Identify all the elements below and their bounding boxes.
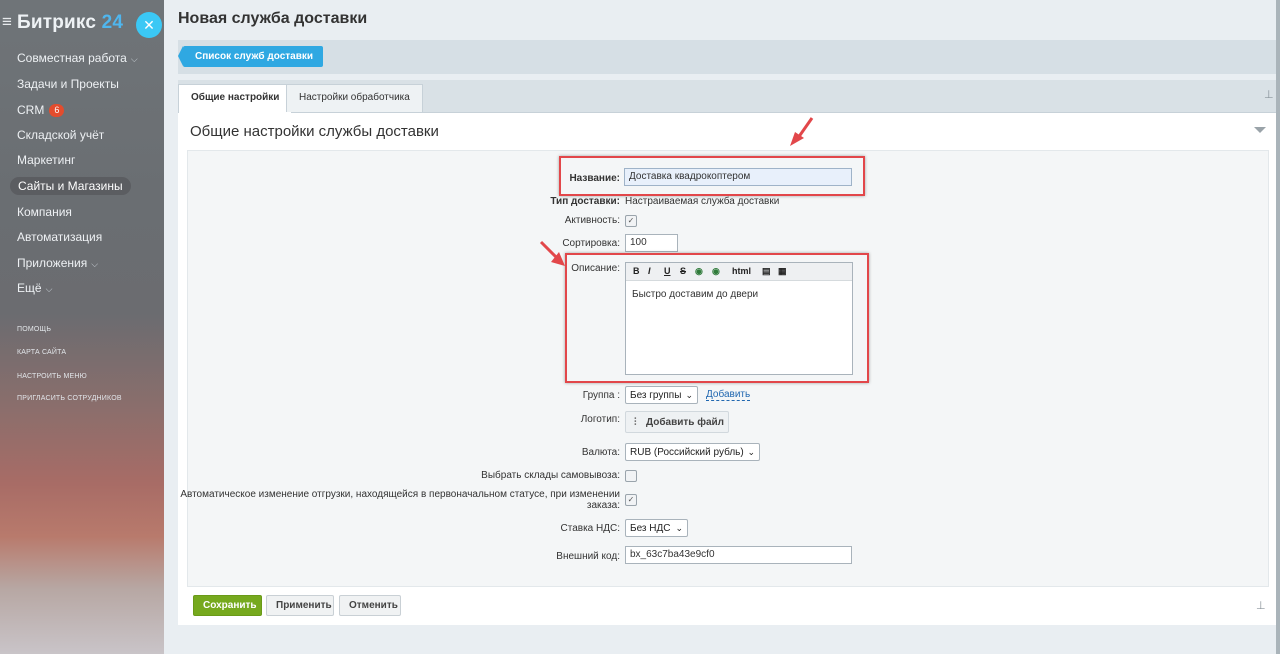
sidebar-link-help[interactable]: ПОМОЩЬ (17, 326, 51, 333)
auto-change-label-2: заказа: (586, 500, 620, 511)
sidebar-item-collaboration[interactable]: Совместная работа ⌵ (17, 51, 138, 65)
sidebar-item-marketing[interactable]: Маркетинг (17, 153, 75, 167)
sidebar: ≡ Битрикс 24 ✕ Совместная работа ⌵ Задачи… (0, 0, 164, 654)
red-arrow-icon (790, 117, 814, 146)
auto-change-checkbox[interactable]: ✓ (625, 494, 637, 506)
sidebar-item-crm[interactable]: CRM 6 (17, 103, 65, 117)
active-label: Активность: (564, 215, 620, 226)
tab-handler-settings[interactable]: Настройки обработчика (286, 84, 423, 112)
vat-select[interactable]: Без НДС ⌄ (625, 519, 688, 537)
vat-label: Ставка НДС: (560, 523, 621, 534)
chevron-down-icon: ⌵ (91, 259, 99, 269)
red-arrow-icon (539, 240, 565, 266)
toolbar (178, 40, 1280, 74)
menu-icon[interactable]: ≡ (2, 13, 12, 30)
pickup-checkbox[interactable] (625, 470, 637, 482)
crm-counter-badge: 6 (49, 104, 65, 117)
chevron-down-icon: ⌄ (675, 523, 683, 533)
sidebar-link-configure-menu[interactable]: НАСТРОИТЬ МЕНЮ (17, 373, 87, 380)
delivery-list-button[interactable]: Список служб доставки (177, 46, 324, 67)
type-label: Тип доставки: (550, 196, 620, 207)
sidebar-link-invite[interactable]: ПРИГЛАСИТЬ СОТРУДНИКОВ (17, 395, 122, 402)
sidebar-item-inventory[interactable]: Складской учёт (17, 128, 104, 142)
add-file-button[interactable]: ⫶ Добавить файл (625, 411, 729, 433)
apply-button[interactable]: Применить (266, 595, 334, 616)
group-select[interactable]: Без группы ⌄ (625, 386, 698, 404)
pickup-label: Выбрать склады самовывоза: (481, 470, 620, 481)
chevron-down-icon: ⌵ (130, 54, 138, 64)
pin-icon[interactable]: ⊥ (1264, 88, 1274, 101)
pin-icon[interactable]: ⊥ (1256, 599, 1266, 612)
chevron-down-icon: ⌄ (685, 390, 693, 400)
active-checkbox[interactable]: ✓ (625, 215, 637, 227)
sidebar-item-tasks[interactable]: Задачи и Проекты (17, 77, 119, 91)
highlight-box-description (565, 253, 869, 383)
group-label: Группа : (582, 390, 620, 401)
sidebar-link-sitemap[interactable]: КАРТА САЙТА (17, 349, 66, 356)
close-icon[interactable]: ✕ (136, 12, 162, 38)
chevron-down-icon: ⌄ (747, 447, 755, 457)
currency-label: Валюта: (581, 447, 620, 458)
ext-code-input[interactable] (625, 546, 852, 564)
collapse-icon[interactable] (1254, 127, 1266, 133)
sidebar-item-automation[interactable]: Автоматизация (17, 230, 102, 244)
window-edge (1276, 0, 1280, 654)
logo[interactable]: Битрикс 24 (17, 12, 123, 34)
highlight-box-name (559, 156, 865, 196)
chevron-down-icon: ⌵ (45, 284, 53, 294)
auto-change-label: Автоматическое изменение отгрузки, наход… (180, 489, 620, 500)
tab-general-settings[interactable]: Общие настройки (178, 84, 293, 114)
page-title: Новая служба доставки (178, 10, 368, 27)
logo-label: Логотип: (580, 414, 620, 425)
save-button[interactable]: Сохранить (193, 595, 262, 616)
sidebar-item-company[interactable]: Компания (17, 205, 72, 219)
sort-input[interactable] (625, 234, 678, 252)
sidebar-item-sites-shops[interactable]: Сайты и Магазины (10, 177, 131, 195)
sidebar-item-apps[interactable]: Приложения ⌵ (17, 256, 98, 270)
type-value: Настраиваемая служба доставки (625, 196, 780, 207)
paperclip-icon: ⫶ (634, 417, 637, 428)
cancel-button[interactable]: Отменить (339, 595, 401, 616)
section-title: Общие настройки службы доставки (190, 123, 439, 140)
group-add-link[interactable]: Добавить (706, 389, 751, 401)
ext-code-label: Внешний код: (556, 551, 620, 562)
sidebar-item-more[interactable]: Ещё ⌵ (17, 281, 52, 295)
currency-select[interactable]: RUB (Российский рубль) ⌄ (625, 443, 760, 461)
